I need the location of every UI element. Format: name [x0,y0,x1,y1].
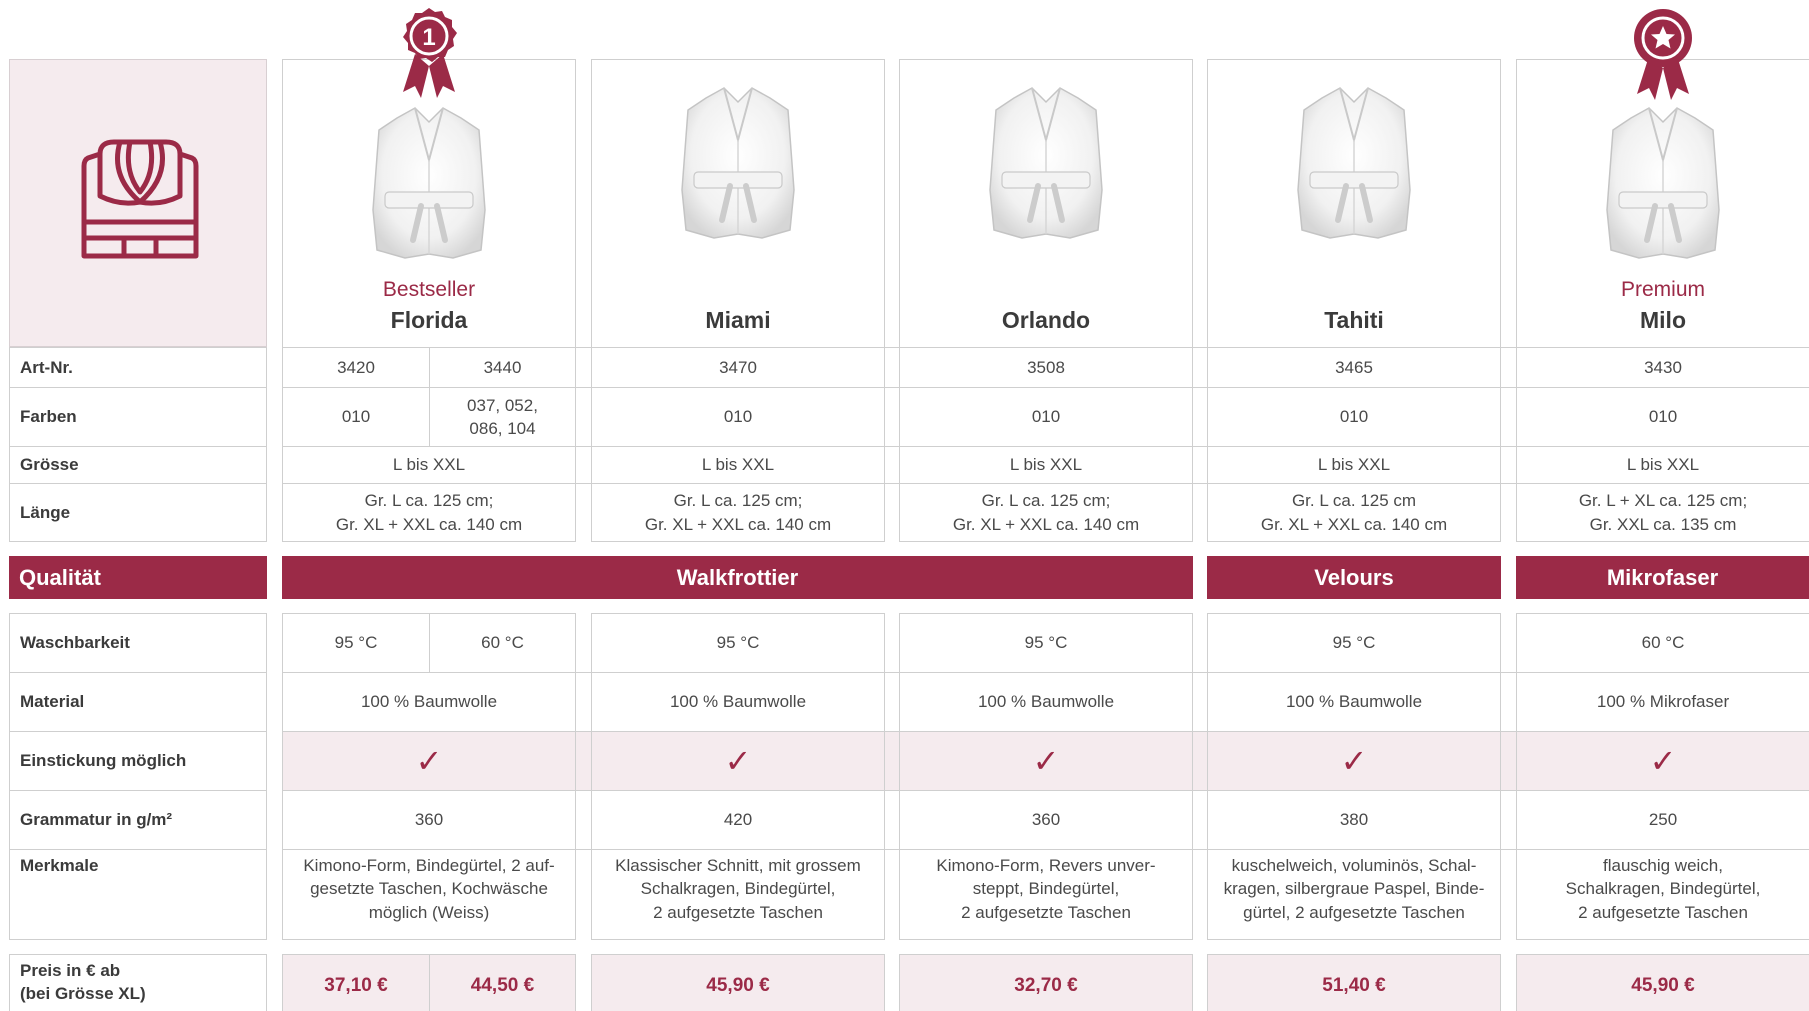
quality-walkfrottier-band: Walkfrottier [282,556,1193,599]
tahiti-merkmale: kuschelweich, voluminös, Schal-kragen, s… [1223,856,1485,922]
miami-merkmale: Klassischer Schnitt, mit grossem Schalkra… [615,856,861,922]
miami-robe-image [666,80,810,250]
quality-velours-band: Velours [1207,556,1501,599]
milo-name: Milo [1640,307,1686,333]
florida-farbe-a: 010 [341,407,371,427]
orlando-wasch: 95 °C [1024,633,1068,653]
orlando-merkmale: Kimono-Form, Revers unver-steppt, Bindeg… [936,856,1156,922]
miami-groesse: L bis XXL [701,455,775,475]
florida-farbe-b: 037, 052, 086, 104 [467,395,538,438]
orlando-groesse: L bis XXL [1009,455,1083,475]
miami-material: 100 % Baumwolle [669,692,807,712]
florida-art-a: 3420 [337,357,375,377]
tahiti-groesse: L bis XXL [1317,455,1391,475]
orlando-grammatur: 360 [1031,810,1061,830]
milo-wasch: 60 °C [1641,633,1685,653]
tahiti-name: Tahiti [1324,307,1384,333]
tahiti-price: 51,40 € [1322,974,1386,996]
florida-robe-image [357,100,501,270]
tahiti-grammatur: 380 [1339,810,1369,830]
florida-groesse: L bis XXL [392,455,466,475]
florida-wasch-b: 60 °C [481,633,524,653]
miami-price: 45,90 € [706,974,770,996]
florida-merkmale: Kimono-Form, Bindegürtel, 2 auf-gesetzte… [303,856,555,922]
label-laenge: Länge [20,502,71,522]
star-ribbon-icon [1634,9,1692,100]
miami-farbe: 010 [723,407,753,427]
milo-robe-image [1591,100,1735,270]
florida-grammatur: 360 [414,810,444,830]
milo-farbe: 010 [1648,407,1678,427]
orlando-farbe: 010 [1031,407,1061,427]
milo-merkmale: flauschig weich, Schalkragen, Bindegürtel… [1565,856,1761,922]
quality-mikrofaser-band: Mikrofaser [1516,556,1809,599]
milo-material: 100 % Mikrofaser [1596,692,1730,712]
florida-price-a: 37,10 € [324,974,388,996]
milo-art: 3430 [1644,357,1682,377]
milo-grammatur: 250 [1648,810,1678,830]
number-1-ribbon-icon: 1 [403,8,457,98]
medal-number: 1 [422,24,435,51]
florida-tag: Bestseller [382,278,476,301]
orlando-robe-image [974,80,1118,250]
miami-check-icon: ✓ [724,743,752,779]
milo-price: 45,90 € [1631,974,1695,996]
florida-material: 100 % Baumwolle [360,692,498,712]
tahiti-laenge: Gr. L ca. 125 cm Gr. XL + XXL ca. 140 cm [1260,491,1448,534]
florida-check-icon: ✓ [415,743,443,779]
florida-wasch-a: 95 °C [334,633,378,653]
tahiti-material: 100 % Baumwolle [1285,692,1423,712]
florida-price-b: 44,50 € [470,974,535,996]
milo-laenge: Gr. L + XL ca. 125 cm; Gr. XXL ca. 135 cm [1578,491,1748,534]
miami-art: 3470 [719,357,757,377]
tahiti-robe-image [1282,80,1426,250]
orlando-laenge: Gr. L ca. 125 cm; Gr. XL + XXL ca. 140 cm [952,491,1140,534]
label-preis: Preis in € ab (bei Grösse XL) [20,961,146,1004]
miami-laenge: Gr. L ca. 125 cm; Gr. XL + XXL ca. 140 cm [644,491,832,534]
tahiti-wasch: 95 °C [1332,633,1376,653]
florida-laenge: Gr. L ca. 125 cm; Gr. XL + XXL ca. 140 cm [335,491,523,534]
tahiti-art: 3465 [1335,357,1373,377]
label-waschbarkeit: Waschbarkeit [20,633,130,653]
quality-label-band: Qualität [9,556,267,599]
miami-grammatur: 420 [723,810,753,830]
label-material: Material [20,692,85,712]
orlando-check-icon: ✓ [1032,743,1060,779]
orlando-material: 100 % Baumwolle [977,692,1115,712]
label-farben: Farben [20,407,77,427]
label-einstickung: Einstickung möglich [20,751,187,771]
miami-wasch: 95 °C [716,633,760,653]
milo-groesse: L bis XXL [1626,455,1700,475]
label-grammatur: Grammatur in g/m² [20,810,173,830]
milo-check-icon: ✓ [1649,743,1677,779]
orlando-art: 3508 [1027,357,1065,377]
florida-art-b: 3440 [483,357,522,377]
label-merkmale: Merkmale [20,856,99,875]
label-art-nr: Art-Nr. [20,357,73,377]
milo-tag: Premium [1620,278,1705,301]
tahiti-check-icon: ✓ [1340,743,1368,779]
header-icon-panel [9,59,267,347]
orlando-name: Orlando [1001,307,1091,333]
tahiti-farbe: 010 [1339,407,1369,427]
orlando-price: 32,70 € [1014,974,1078,996]
bathrobe-icon [81,139,199,259]
miami-name: Miami [705,307,771,333]
label-groesse: Grösse [20,455,79,475]
florida-name: Florida [390,307,468,333]
